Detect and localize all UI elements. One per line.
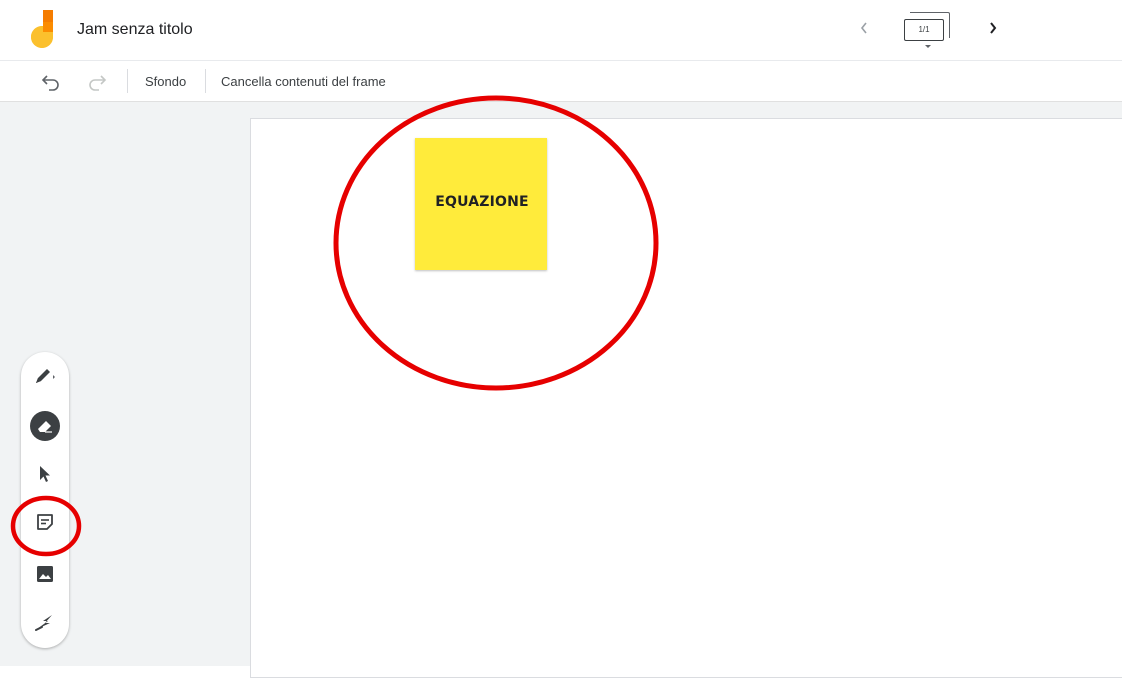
toolbar-separator [205,69,206,93]
sticky-note-text: EQUAZIONE [435,194,529,210]
sticky-note[interactable]: EQUAZIONE [415,138,547,270]
eraser-icon [30,411,60,441]
frame-counter-label: 1/1 [904,19,944,41]
toolbar-separator [127,69,128,93]
eraser-tool-button[interactable] [21,406,69,446]
next-frame-button[interactable] [981,16,1005,40]
document-title[interactable]: Jam senza titolo [77,21,193,39]
jamboard-logo-icon [31,10,53,48]
image-tool-button[interactable] [21,554,69,594]
clear-frame-button[interactable]: Cancella contenuti del frame [221,74,386,89]
laser-icon [35,615,52,631]
frame-bar-toggle[interactable]: 1/1 [902,12,954,48]
previous-frame-button[interactable] [852,16,876,40]
caret-down-icon [925,45,931,48]
undo-icon[interactable] [40,71,62,91]
chevron-left-icon [860,22,867,34]
select-tool-button[interactable] [21,454,69,494]
pen-icon [36,369,55,383]
background-button[interactable]: Sfondo [145,74,186,89]
redo-icon[interactable] [86,71,108,91]
sticky-note-tool-button[interactable] [21,502,69,542]
tool-panel [21,352,69,648]
pen-tool-button[interactable] [21,356,69,396]
cursor-arrow-icon [40,466,50,482]
app-header: Jam senza titolo 1/1 [0,0,1122,60]
laser-tool-button[interactable] [21,602,69,642]
sticky-note-icon [37,514,53,530]
chevron-right-icon [990,22,997,34]
edit-toolbar: Sfondo Cancella contenuti del frame [0,61,1122,102]
jam-canvas[interactable]: EQUAZIONE [250,118,1122,678]
image-icon [37,566,53,582]
workspace: EQUAZIONE [0,102,1122,678]
